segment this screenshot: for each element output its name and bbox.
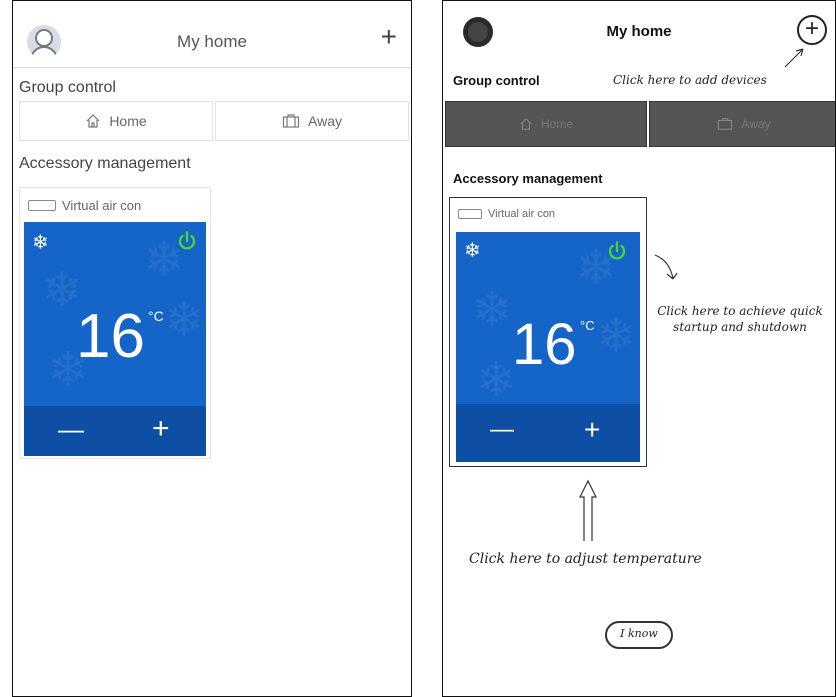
hint-power: Click here to achieve quick startup and … [657, 304, 823, 335]
temperature-unit: °C [580, 318, 595, 333]
page-title: My home [177, 32, 247, 51]
hint-arrow-power [654, 254, 678, 280]
snowflake-icon: ❄ [164, 294, 205, 347]
add-device-button[interactable]: + [797, 15, 827, 45]
accessory-management-title: Accessory management [19, 155, 191, 172]
header-bar: My home + [13, 1, 411, 68]
air-con-tile[interactable]: ❄ ❄ ❄ ❄ ❄ 16 °C — + [456, 232, 640, 462]
header-bar: My home + [443, 1, 835, 59]
mode-snowflake-icon: ❄ [32, 232, 49, 254]
increase-temperature-button[interactable]: + [584, 414, 600, 446]
i-know-button[interactable]: I know [605, 621, 673, 649]
air-con-icon [458, 209, 482, 219]
accessory-card[interactable]: Virtual air con ❄ ❄ ❄ ❄ ❄ 16 °C — + [449, 197, 647, 467]
add-device-button[interactable]: + [381, 23, 397, 51]
home-mode-label: Home [540, 117, 573, 131]
snowflake-icon: ❄ [472, 284, 513, 337]
snowflake-icon: ❄ [476, 354, 517, 407]
air-con-tile[interactable]: ❄ ❄ ❄ ❄ ❄ 16 °C — + [24, 222, 206, 456]
group-control-title: Group control [19, 79, 116, 96]
home-icon [86, 114, 100, 128]
snowflake-icon: ❄ [596, 310, 637, 363]
away-mode-button[interactable]: Away [215, 101, 409, 141]
away-mode-label: Away [741, 117, 771, 131]
air-con-icon [28, 200, 56, 211]
page-title: My home [606, 23, 672, 40]
home-mode-button[interactable]: Home [445, 101, 647, 147]
suitcase-icon [282, 114, 300, 128]
increase-temperature-button[interactable]: + [152, 412, 170, 446]
device-label: Virtual air con [458, 208, 555, 220]
accessory-management-title: Accessory management [453, 171, 603, 186]
temperature-value: 16 [76, 302, 145, 371]
device-name: Virtual air con [488, 208, 556, 220]
device-label: Virtual air con [28, 198, 141, 213]
power-icon[interactable] [176, 230, 198, 252]
app-screen-normal: My home + Group control Home Away Access… [12, 0, 412, 697]
suitcase-icon [718, 118, 733, 130]
device-name: Virtual air con [62, 198, 142, 213]
group-control-title: Group control [453, 73, 540, 88]
hint-arrow-temperature [579, 479, 597, 541]
decrease-temperature-button[interactable]: — [58, 414, 84, 445]
home-mode-button[interactable]: Home [19, 101, 213, 141]
mode-snowflake-icon: ❄ [464, 240, 481, 262]
temperature-unit: °C [148, 308, 164, 324]
app-screen-guide: My home + Group control Click here to ad… [442, 0, 836, 697]
home-icon [520, 118, 532, 130]
hint-add-devices: Click here to add devices [613, 73, 767, 87]
temperature-value: 16 [512, 312, 577, 377]
power-icon[interactable] [606, 240, 628, 262]
hint-arrow-add [784, 48, 804, 68]
hint-temperature: Click here to adjust temperature [469, 551, 702, 567]
away-mode-button[interactable]: Away [649, 101, 835, 147]
home-mode-label: Home [109, 113, 147, 129]
temperature-controls: — + [24, 406, 206, 456]
temperature-controls: — + [456, 404, 640, 462]
decrease-temperature-button[interactable]: — [490, 416, 514, 444]
away-mode-label: Away [308, 113, 342, 129]
accessory-card[interactable]: Virtual air con ❄ ❄ ❄ ❄ ❄ 16 °C — + [19, 187, 211, 459]
